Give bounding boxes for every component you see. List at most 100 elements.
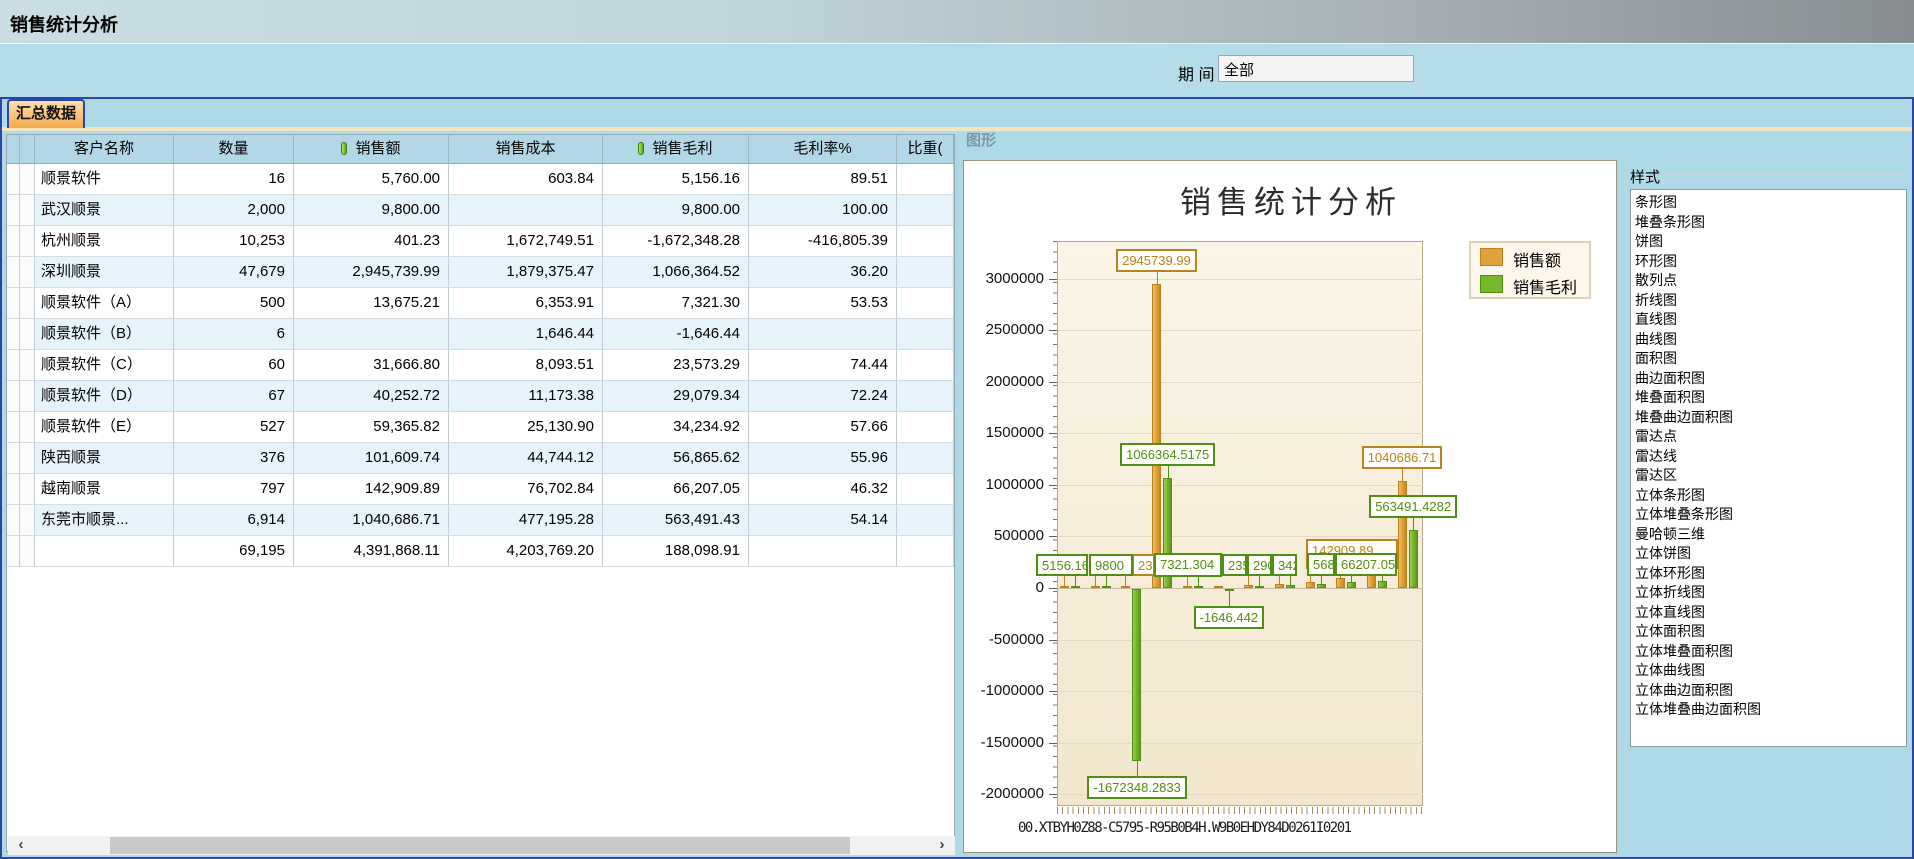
row-gutter <box>7 381 20 412</box>
table-row[interactable]: 东莞市顺景...6,9141,040,686.71477,195.28563,4… <box>7 505 954 536</box>
gridline <box>1058 279 1423 280</box>
style-list-item[interactable]: 曲边面积图 <box>1635 369 1906 389</box>
table-row[interactable]: 顺景软件（B）61,646.44-1,646.44 <box>7 319 954 350</box>
style-list-item[interactable]: 环形图 <box>1635 252 1906 272</box>
style-list-item[interactable]: 曼哈顿三维 <box>1635 525 1906 545</box>
table-row[interactable]: 武汉顺景2,0009,800.009,800.00100.00 <box>7 195 954 226</box>
bar-销售毛利-8 <box>1317 584 1326 588</box>
table-cell: 69,195 <box>174 536 294 567</box>
style-list-item[interactable]: 堆叠曲边面积图 <box>1635 408 1906 428</box>
row-gutter <box>7 536 20 567</box>
column-header-1[interactable]: 客户名称 <box>35 135 174 164</box>
style-list-item[interactable]: 曲线图 <box>1635 330 1906 350</box>
style-list-item[interactable]: 直线图 <box>1635 310 1906 330</box>
column-header-5[interactable]: 销售毛利 <box>603 135 749 164</box>
y-tick-mark <box>1049 433 1057 434</box>
style-list-item[interactable]: 立体堆叠面积图 <box>1635 642 1906 662</box>
row-gutter <box>20 536 35 567</box>
column-header-6[interactable]: 毛利率% <box>749 135 897 164</box>
table-cell <box>897 319 954 350</box>
y-tick-mark <box>1049 330 1057 331</box>
column-header-3[interactable]: 销售额 <box>294 135 449 164</box>
bar-销售毛利-1 <box>1102 586 1111 588</box>
style-list-item[interactable]: 立体折线图 <box>1635 583 1906 603</box>
style-groupbox-label: 样式 <box>1630 166 1660 187</box>
table-row[interactable]: 顺景软件（E）52759,365.8225,130.9034,234.9257.… <box>7 412 954 443</box>
table-row[interactable]: 顺景软件（C）6031,666.808,093.5123,573.2974.44 <box>7 350 954 381</box>
period-input[interactable]: 全部 <box>1218 55 1414 82</box>
table-cell: 67 <box>174 381 294 412</box>
chart-legend: 销售额销售毛利 <box>1469 241 1591 299</box>
callout-label: 1066364.5175 <box>1120 443 1215 466</box>
label-stub <box>1187 576 1188 586</box>
table-row[interactable]: 顺景软件（A）50013,675.216,353.917,321.3053.53 <box>7 288 954 319</box>
row-gutter <box>7 257 20 288</box>
table-row[interactable]: 越南顺景797142,909.8976,702.8466,207.0546.32 <box>7 474 954 505</box>
scrollbar-thumb[interactable] <box>110 837 850 854</box>
table-cell: 76,702.84 <box>449 474 603 505</box>
table-cell: 武汉顺景 <box>35 195 174 226</box>
table-cell: 顺景软件（B） <box>35 319 174 350</box>
style-list-item[interactable]: 雷达点 <box>1635 427 1906 447</box>
bar-销售毛利-2 <box>1132 589 1141 761</box>
table-row[interactable]: 顺景软件165,760.00603.845,156.1689.51 <box>7 164 954 195</box>
style-list-item[interactable]: 堆叠面积图 <box>1635 388 1906 408</box>
style-list-item[interactable]: 面积图 <box>1635 349 1906 369</box>
table-cell: 44,744.12 <box>449 443 603 474</box>
callout-label: 1040686.71 <box>1362 446 1443 469</box>
style-list-item[interactable]: 折线图 <box>1635 291 1906 311</box>
table-cell: 188,098.91 <box>603 536 749 567</box>
style-list-item[interactable]: 立体直线图 <box>1635 603 1906 623</box>
label-stub <box>1340 576 1341 578</box>
table-row[interactable]: 杭州顺景10,253401.231,672,749.51-1,672,348.2… <box>7 226 954 257</box>
style-list-item[interactable]: 立体环形图 <box>1635 564 1906 584</box>
horizontal-scrollbar[interactable]: ‹ › <box>8 836 955 855</box>
label-stub <box>1382 576 1383 581</box>
style-list-item[interactable]: 立体曲线图 <box>1635 661 1906 681</box>
bar-销售毛利-11 <box>1409 530 1418 588</box>
table-cell: 1,066,364.52 <box>603 257 749 288</box>
table-cell: 顺景软件 <box>35 164 174 195</box>
bar-销售毛利-9 <box>1347 582 1356 588</box>
row-gutter <box>20 288 35 319</box>
table-cell: 100.00 <box>749 195 897 226</box>
table-cell <box>897 164 954 195</box>
bar-销售额-1 <box>1091 586 1100 588</box>
column-header-7[interactable]: 比重( <box>897 135 954 164</box>
style-list-item[interactable]: 立体面积图 <box>1635 622 1906 642</box>
tab-summary-data[interactable]: 汇总数据 <box>7 99 85 128</box>
callout-connector <box>1137 761 1138 776</box>
table-cell: 55.96 <box>749 443 897 474</box>
table-row[interactable]: 陕西顺景376101,609.7444,744.1256,865.6255.96 <box>7 443 954 474</box>
style-list-item[interactable]: 雷达区 <box>1635 466 1906 486</box>
table-cell: 56,865.62 <box>603 443 749 474</box>
column-header-2[interactable]: 数量 <box>174 135 294 164</box>
style-list-item[interactable]: 立体堆叠条形图 <box>1635 505 1906 525</box>
table-row[interactable]: 69,1954,391,868.114,203,769.20188,098.91 <box>7 536 954 567</box>
style-list-item[interactable]: 立体条形图 <box>1635 486 1906 506</box>
table-row[interactable]: 深圳顺景47,6792,945,739.991,879,375.471,066,… <box>7 257 954 288</box>
table-row[interactable]: 顺景软件（D）6740,252.7211,173.3829,079.3472.2… <box>7 381 954 412</box>
scroll-right-arrow[interactable]: › <box>931 836 953 855</box>
style-list-item[interactable]: 条形图 <box>1635 193 1906 213</box>
scroll-left-arrow[interactable]: ‹ <box>10 836 32 855</box>
style-list-item[interactable]: 立体曲边面积图 <box>1635 681 1906 701</box>
y-tick-mark <box>1049 691 1057 692</box>
label-stub <box>1279 576 1280 584</box>
gridline <box>1058 485 1423 486</box>
chart-style-listbox[interactable]: 条形图堆叠条形图饼图环形图散列点折线图直线图曲线图面积图曲边面积图堆叠面积图堆叠… <box>1630 189 1907 747</box>
y-tick-label: -1000000 <box>954 682 1044 699</box>
table-cell: 101,609.74 <box>294 443 449 474</box>
column-header-4[interactable]: 销售成本 <box>449 135 603 164</box>
style-list-item[interactable]: 立体饼图 <box>1635 544 1906 564</box>
callout-connector <box>1229 591 1230 606</box>
style-list-item[interactable]: 雷达线 <box>1635 447 1906 467</box>
style-list-item[interactable]: 立体堆叠曲边面积图 <box>1635 700 1906 720</box>
table-cell: 25,130.90 <box>449 412 603 443</box>
style-list-item[interactable]: 散列点 <box>1635 271 1906 291</box>
table-cell: 603.84 <box>449 164 603 195</box>
table-cell <box>897 350 954 381</box>
table-cell: 54.14 <box>749 505 897 536</box>
style-list-item[interactable]: 堆叠条形图 <box>1635 213 1906 233</box>
style-list-item[interactable]: 饼图 <box>1635 232 1906 252</box>
